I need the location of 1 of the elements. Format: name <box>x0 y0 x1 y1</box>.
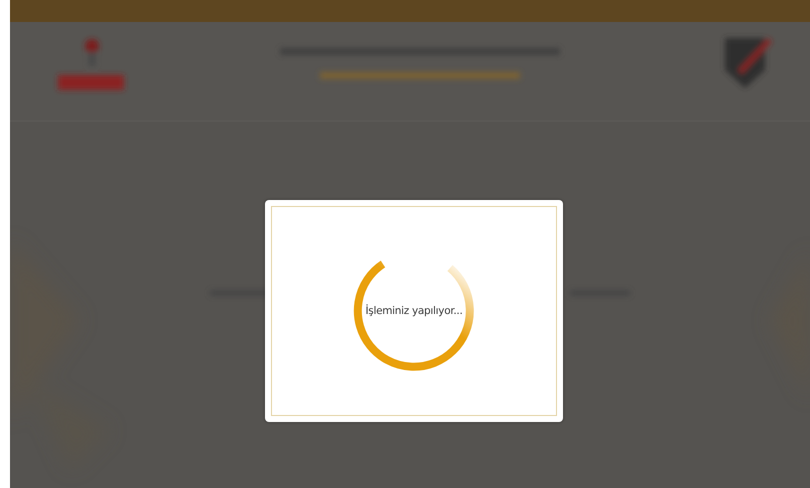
loading-message: İşleminiz yapılıyor... <box>366 305 462 317</box>
